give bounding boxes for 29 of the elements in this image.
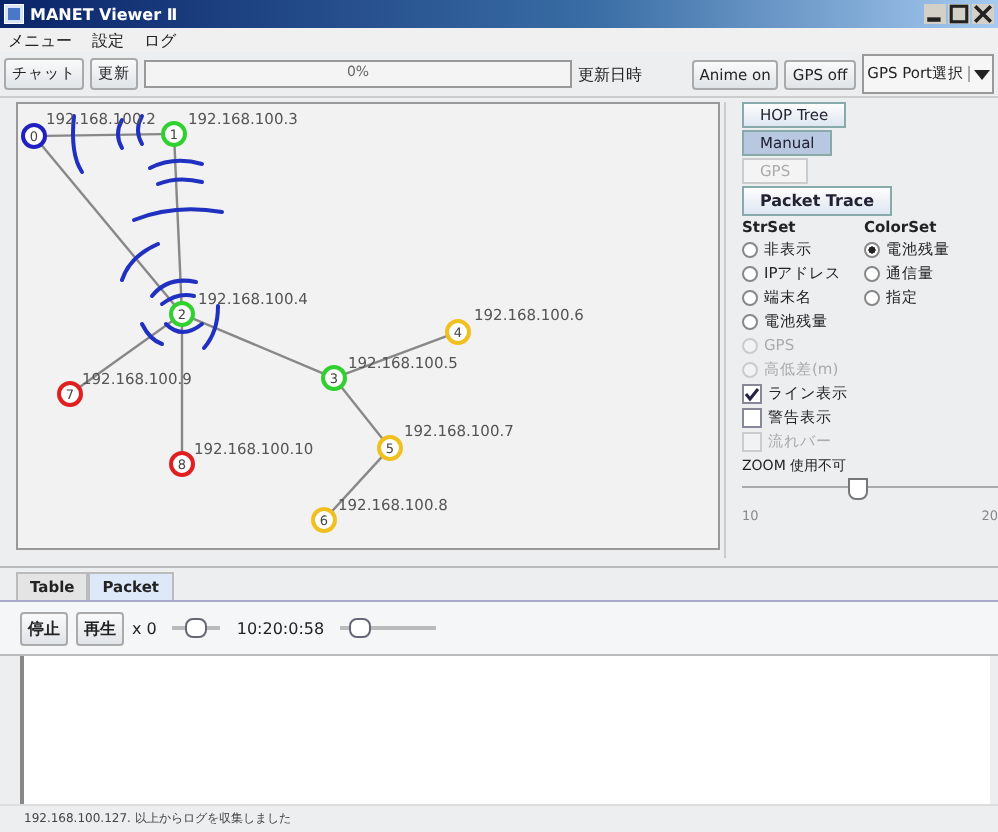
radio-button[interactable] (742, 313, 758, 329)
checkmark-icon (744, 385, 760, 401)
window-title: MANET Viewer Ⅱ (30, 5, 178, 23)
time-label: 10:20:0:58 (236, 619, 325, 637)
menu-item[interactable]: 設定 (92, 29, 124, 51)
link-line (192, 317, 324, 375)
radio-button[interactable] (864, 289, 880, 305)
maximize-icon[interactable] (948, 4, 970, 24)
updated-label: 更新日時 (578, 63, 642, 85)
app-icon (4, 4, 24, 24)
link-line (46, 132, 162, 138)
radio-button[interactable] (864, 241, 880, 257)
checkbox[interactable] (742, 407, 762, 427)
speed-label: x 0 (132, 619, 157, 637)
player-button[interactable]: 停止 (20, 611, 68, 645)
radio-button[interactable] (742, 289, 758, 305)
close-icon[interactable] (972, 4, 994, 24)
menu-item[interactable]: メニュー (8, 29, 72, 51)
link-line (180, 326, 184, 452)
menu-item[interactable]: ログ (144, 29, 176, 51)
dropdown-arrow-icon (968, 66, 990, 82)
player-button[interactable]: 再生 (76, 611, 124, 645)
radio-button[interactable] (742, 241, 758, 257)
checkbox[interactable] (742, 383, 762, 403)
link-line (340, 386, 384, 440)
radio-button[interactable] (742, 265, 758, 281)
mode-button[interactable]: Packet Trace (742, 186, 893, 216)
radio-button[interactable] (864, 265, 880, 281)
minimize-icon[interactable] (924, 4, 946, 24)
